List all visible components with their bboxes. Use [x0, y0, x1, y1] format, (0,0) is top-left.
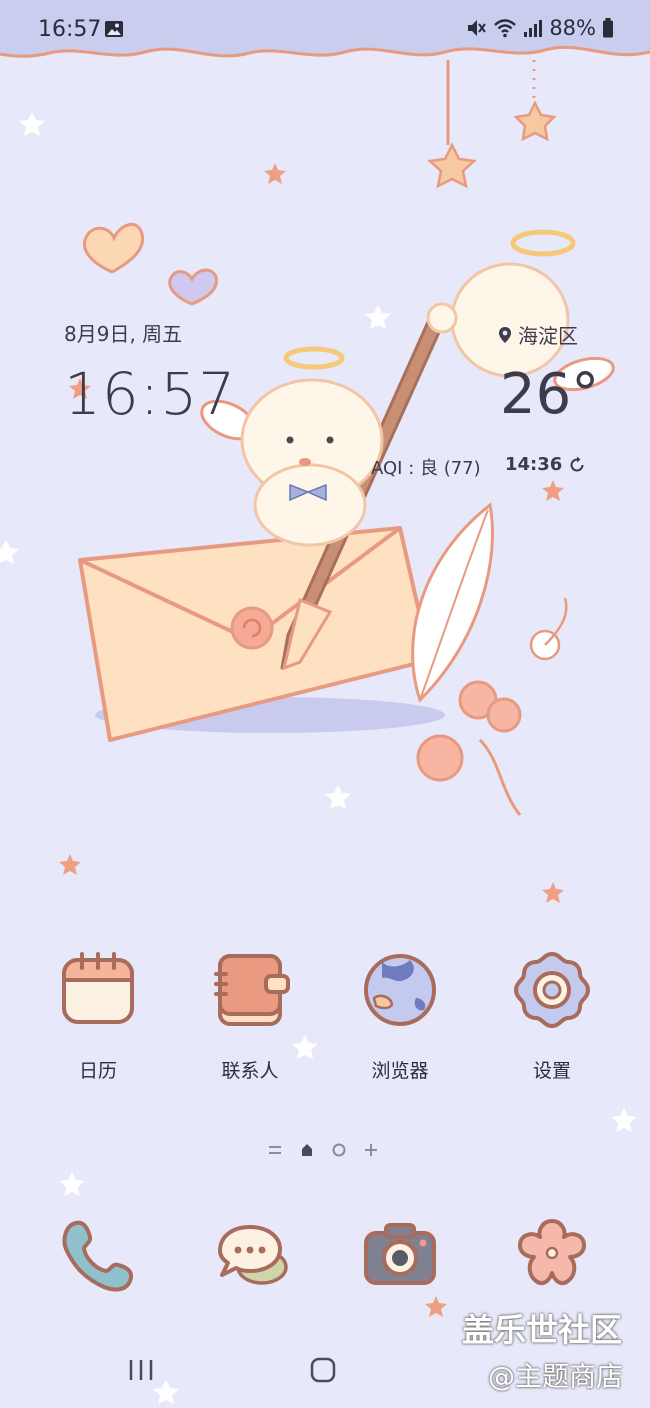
weather-location-label: 海淀区	[518, 324, 578, 348]
app-calendar[interactable]: 日历	[38, 950, 158, 1083]
app-browser[interactable]: 浏览器	[340, 950, 460, 1083]
status-bar: 16:57 88%	[0, 0, 650, 60]
app-browser-label: 浏览器	[371, 1060, 429, 1082]
battery-icon	[603, 18, 613, 38]
flower-gallery-icon	[518, 1219, 586, 1286]
camera-icon	[364, 1223, 436, 1285]
watermark-community: 盖乐世社区	[462, 1311, 623, 1349]
refresh-icon[interactable]	[568, 456, 586, 474]
watermark-theme-store: @主题商店	[488, 1362, 623, 1393]
dock-phone[interactable]	[38, 1215, 158, 1299]
page-indicator-dot[interactable]	[332, 1143, 346, 1157]
wallpaper	[0, 0, 650, 1404]
battery-percent: 88%	[549, 16, 596, 40]
contacts-icon	[214, 954, 290, 1026]
app-contacts[interactable]: 联系人	[190, 950, 310, 1083]
phone-icon	[62, 1220, 133, 1292]
weather-aqi: AQI : 良 (77)	[371, 458, 481, 479]
app-settings[interactable]: 设置	[492, 950, 612, 1083]
weather-temperature[interactable]: 26°	[500, 362, 599, 427]
wifi-icon	[494, 19, 517, 38]
page-indicator-home-icon[interactable]	[300, 1143, 314, 1157]
dock-camera[interactable]	[340, 1215, 460, 1299]
location-pin-icon	[499, 326, 511, 343]
widget-clock[interactable]: 16:57	[64, 360, 236, 428]
weather-location[interactable]: 海淀区	[498, 320, 578, 349]
recent-apps-button[interactable]	[128, 1358, 154, 1382]
page-indicator-list-icon[interactable]	[268, 1144, 282, 1156]
dock-gallery[interactable]	[492, 1215, 612, 1299]
calendar-icon	[62, 952, 134, 1024]
widget-date[interactable]: 8月9日, 周五	[64, 318, 182, 347]
gallery-notification-icon	[105, 21, 123, 37]
app-settings-label: 设置	[532, 1060, 571, 1082]
home-button[interactable]	[310, 1357, 336, 1383]
vibrate-mute-icon	[468, 20, 487, 36]
dock-messages[interactable]	[190, 1215, 310, 1299]
app-calendar-label: 日历	[78, 1060, 117, 1082]
page-indicator[interactable]	[268, 1143, 378, 1157]
weather-updated-time: 14:36	[505, 454, 563, 475]
app-contacts-label: 联系人	[221, 1060, 279, 1082]
status-time: 16:57	[38, 17, 102, 42]
page-indicator-add-icon[interactable]	[364, 1143, 378, 1157]
browser-globe-icon	[364, 954, 436, 1026]
weather-updated[interactable]: 14:36	[505, 454, 586, 475]
signal-icon	[524, 20, 543, 37]
messages-icon	[218, 1225, 288, 1285]
settings-flower-icon	[513, 951, 591, 1029]
